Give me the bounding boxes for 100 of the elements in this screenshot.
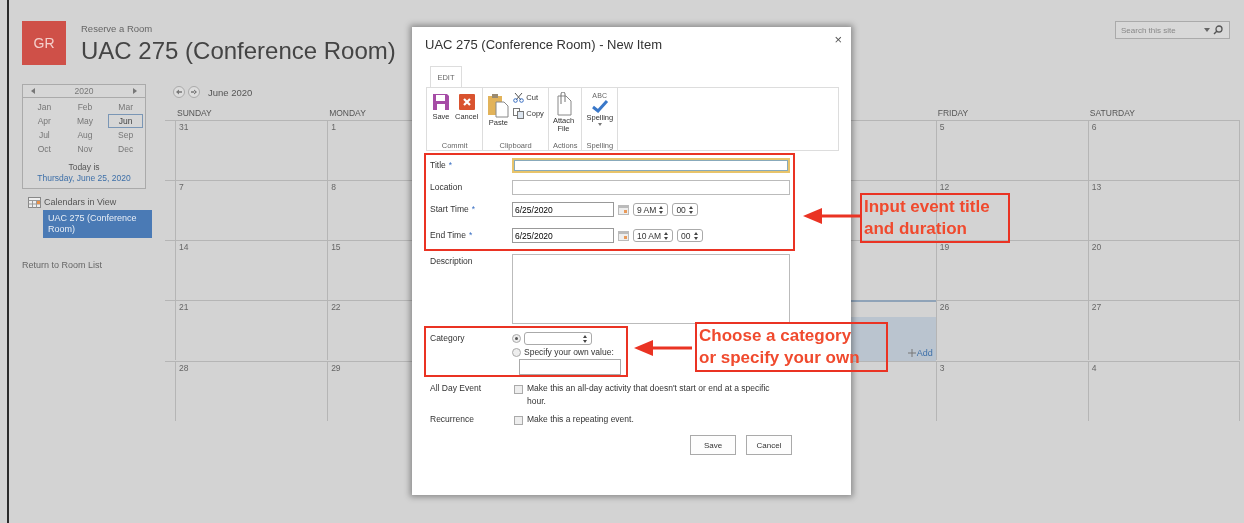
checkbox[interactable]	[514, 415, 523, 425]
plus-icon	[907, 348, 916, 357]
calendar-list-item[interactable]: UAC 275 (Conference Room)	[43, 209, 152, 238]
own-value-field[interactable]	[519, 359, 621, 375]
callout-arrow	[803, 207, 863, 225]
day-number: 26	[939, 302, 950, 312]
day-number: 28	[179, 363, 189, 373]
hour-select[interactable]: 10 AM	[633, 229, 674, 242]
radio-button[interactable]	[512, 334, 521, 343]
field-label: Title *	[430, 159, 454, 170]
search-box[interactable]: Search this site	[1115, 21, 1230, 39]
save-icon	[431, 92, 451, 112]
day-number: 3	[939, 363, 945, 373]
field-label: End Time *	[430, 229, 474, 240]
annotation-note: Input event title and duration	[860, 193, 1010, 243]
month-item[interactable]: Nov	[67, 142, 103, 156]
next-month-icon[interactable]	[188, 86, 200, 98]
cancel-icon	[456, 92, 477, 112]
month-item[interactable]: Apr	[27, 114, 62, 128]
year-label: 2020	[74, 86, 94, 96]
callout-arrow	[634, 339, 694, 357]
day-number: 20	[1091, 242, 1102, 252]
field-label: Recurrence	[430, 412, 475, 424]
page-title: UAC 275 (Conference Room)	[81, 37, 396, 65]
dialog-title: UAC 275 (Conference Room) - New Item	[425, 37, 662, 52]
checkbox[interactable]	[514, 385, 523, 394]
day-number: 15	[331, 242, 341, 252]
month-item[interactable]: Jan	[27, 100, 62, 114]
check-icon	[590, 100, 609, 114]
close-button[interactable]: ×	[834, 32, 842, 47]
field-label: Location	[430, 181, 464, 192]
minute-select[interactable]: 00	[672, 203, 698, 216]
minute-select[interactable]: 00	[677, 229, 703, 242]
day-number: 19	[939, 242, 950, 252]
previous-year-icon[interactable]	[31, 88, 35, 94]
date-field[interactable]: 6/25/2020	[512, 228, 614, 243]
search-input[interactable]: Search this site	[1121, 25, 1201, 35]
month-item[interactable]: Dec	[108, 142, 143, 156]
calendar-icon[interactable]	[618, 230, 629, 241]
search-icon[interactable]	[1213, 25, 1223, 35]
month-label: June 2020	[208, 86, 253, 98]
section-heading: Calendars in View	[44, 197, 117, 208]
spinner-arrows-icon	[663, 230, 670, 241]
day-number: 8	[331, 182, 336, 192]
spinner-arrows-icon	[658, 204, 665, 215]
copy-icon	[513, 108, 525, 119]
month-item[interactable]: Aug	[67, 128, 103, 142]
hour-select[interactable]: 9 AM	[633, 203, 669, 216]
day-number: 7	[179, 182, 184, 192]
day-number: 6	[1091, 122, 1097, 132]
attach-file-icon	[555, 92, 572, 116]
day-number: 21	[179, 302, 189, 312]
day-number: 14	[179, 242, 189, 252]
return-link[interactable]: Return to Room List	[22, 259, 165, 270]
spinner-arrows-icon	[692, 230, 699, 241]
day-header: FRIDAY	[937, 108, 969, 118]
month-item[interactable]: Sep	[108, 128, 143, 142]
day-header: MONDAY	[329, 108, 366, 118]
field-label: All Day Event	[430, 382, 483, 393]
scissors-icon	[513, 92, 525, 103]
day-header: SATURDAY	[1089, 108, 1135, 118]
day-number: 22	[331, 302, 341, 312]
day-number: 4	[1091, 363, 1097, 373]
day-header: SUNDAY	[177, 108, 212, 118]
clipboard-icon	[487, 92, 510, 118]
day-number: 27	[1091, 302, 1102, 312]
form-button[interactable]: Cancel	[746, 435, 792, 456]
day-number: 31	[179, 122, 189, 132]
spinner-arrows-icon	[687, 204, 694, 215]
month-item[interactable]: Oct	[27, 142, 62, 156]
form-button[interactable]: Save	[690, 435, 736, 456]
month-item[interactable]: Feb	[67, 100, 103, 114]
breadcrumb-link[interactable]: Reserve a Room	[81, 23, 396, 34]
day-number: 13	[1091, 182, 1102, 192]
checkbox-label: Make this an all-day activity that doesn't start or end at a specific hour.	[527, 382, 771, 408]
radio-button[interactable]	[512, 347, 521, 357]
calendar-icon[interactable]	[618, 204, 629, 215]
description-field[interactable]	[512, 254, 790, 324]
previous-month-icon[interactable]	[173, 86, 185, 98]
today-text: Today is Thursday, June 25, 2020	[36, 161, 132, 186]
field-label: Start Time *	[430, 203, 477, 214]
text-field[interactable]	[512, 158, 790, 173]
date-field[interactable]: 6/25/2020	[512, 202, 614, 217]
month-item[interactable]: May	[67, 114, 103, 128]
dropdown-caret-icon[interactable]	[597, 123, 602, 127]
field-label: Category	[430, 332, 466, 343]
option-label: Specify your own value:	[524, 347, 614, 357]
month-item[interactable]: Jun	[108, 114, 143, 128]
next-year-icon[interactable]	[133, 88, 137, 94]
day-number: 5	[939, 122, 945, 132]
today-link[interactable]: Thursday, June 25, 2020	[37, 173, 131, 184]
dropdown-caret-icon[interactable]	[1204, 28, 1210, 32]
field-label: Description	[430, 255, 474, 266]
calendar-icon	[28, 196, 41, 208]
day-number: 29	[331, 363, 341, 373]
day-number: 12	[939, 182, 950, 192]
text-field[interactable]	[512, 180, 790, 195]
checkbox-label: Make this a repeating event.	[527, 412, 634, 426]
month-item[interactable]: Jul	[27, 128, 62, 142]
annotation-note: Choose a category or specify your own	[695, 322, 888, 372]
